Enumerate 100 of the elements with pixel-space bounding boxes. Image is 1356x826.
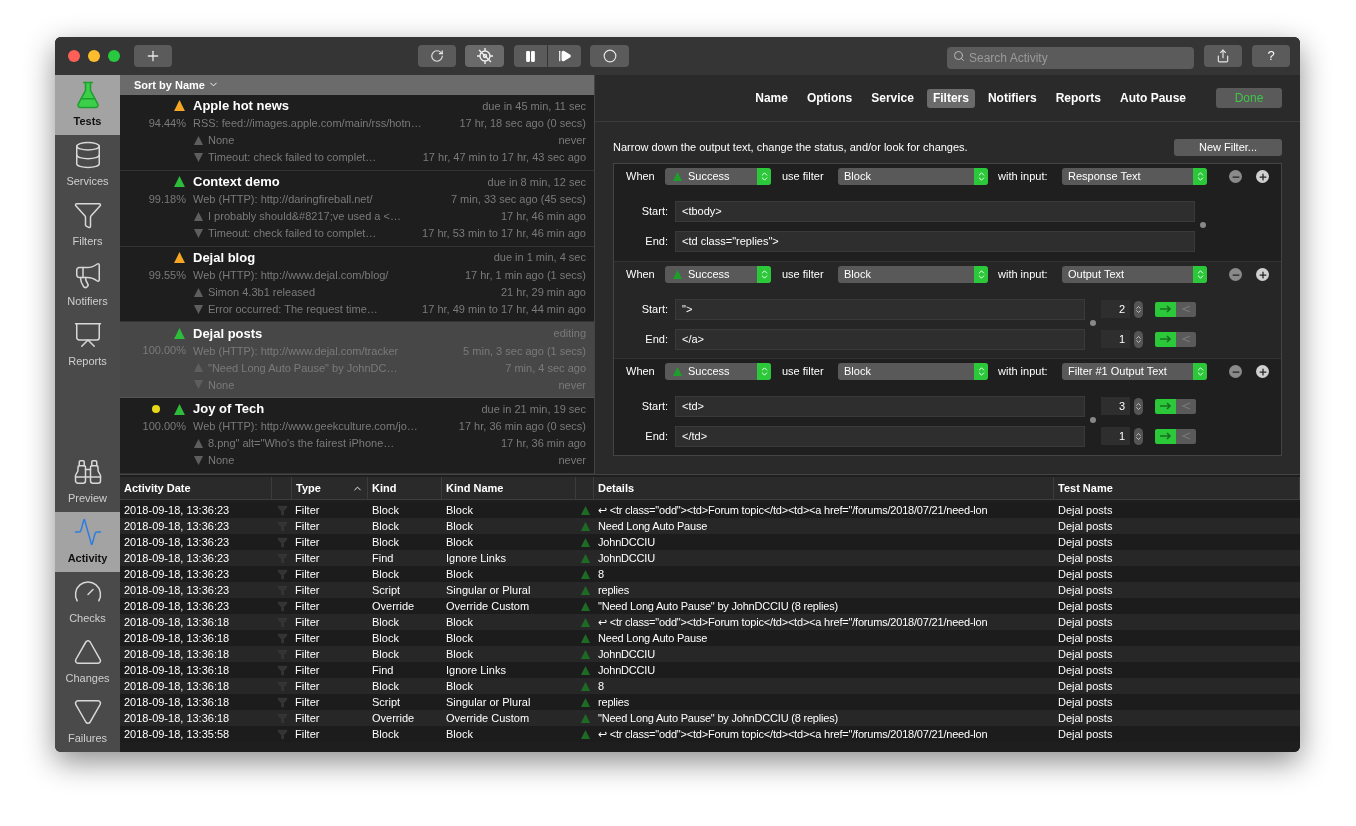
new-filter-button[interactable]: New Filter... bbox=[1174, 139, 1282, 156]
minimize-button[interactable] bbox=[88, 50, 100, 62]
details-cell-text: ↩ <tr class="odd"><td>Forum topic</td><td><a href="/forums/2018/07/21/need-lon bbox=[597, 615, 989, 630]
count-field[interactable]: 1 bbox=[1101, 330, 1130, 348]
refresh-button[interactable] bbox=[418, 45, 456, 67]
remove-filter-button[interactable] bbox=[1229, 170, 1242, 183]
details-cell-text: ↩ <tr class="odd"><td>Forum topic</td><td><a href="/forums/2018/07/21/need-lon bbox=[597, 503, 989, 518]
status-select[interactable]: Success bbox=[665, 363, 771, 380]
editor-tab[interactable]: Notifiers bbox=[981, 88, 1043, 108]
sidebar-item[interactable]: Tests bbox=[55, 75, 120, 135]
filter-select[interactable]: Block bbox=[838, 363, 988, 380]
kind-name-cell-text: Singular or Plural bbox=[445, 583, 532, 598]
share-button[interactable] bbox=[1204, 45, 1242, 67]
count-field[interactable]: 3 bbox=[1101, 397, 1130, 415]
filter-select[interactable]: Block bbox=[838, 266, 988, 283]
type-cell-text: Filter bbox=[294, 519, 321, 534]
text-field[interactable]: <td> bbox=[675, 395, 1085, 417]
up-triangle-icon bbox=[193, 286, 204, 298]
date-cell-text: 2018-09-18, 13:36:23 bbox=[123, 599, 231, 614]
stepper[interactable] bbox=[1134, 300, 1143, 318]
up-down-chevron-icon bbox=[1134, 401, 1143, 411]
search-field[interactable]: Search Activity bbox=[947, 47, 1194, 69]
share-icon bbox=[1216, 49, 1230, 63]
text-field[interactable]: </td> bbox=[675, 425, 1085, 447]
text-field[interactable]: "> bbox=[675, 298, 1085, 320]
sidebar-item[interactable]: Checks bbox=[55, 572, 120, 632]
checked-time: 17 hr, 36 min ago (0 secs) bbox=[458, 419, 586, 435]
with-input-label: with input: bbox=[998, 267, 1049, 283]
remove-filter-button[interactable] bbox=[1229, 365, 1242, 378]
direction-toggle[interactable] bbox=[1155, 331, 1196, 347]
column-header[interactable]: Kind bbox=[368, 477, 442, 499]
success-triangle-icon bbox=[579, 680, 591, 692]
date-cell-text: 2018-09-18, 13:36:18 bbox=[123, 711, 231, 726]
direction-toggle[interactable] bbox=[1155, 428, 1196, 444]
due-time: due in 45 min, 11 sec bbox=[482, 98, 586, 114]
record-button[interactable] bbox=[590, 45, 629, 67]
input-select[interactable]: Response Text bbox=[1062, 168, 1207, 185]
column-header[interactable]: Test Name bbox=[1054, 477, 1300, 499]
sort-bar[interactable]: Sort by Name bbox=[120, 75, 594, 95]
date-cell-text: 2018-09-18, 13:36:23 bbox=[123, 551, 231, 566]
add-filter-button[interactable] bbox=[1256, 268, 1269, 281]
sidebar-item[interactable]: Reports bbox=[55, 315, 120, 375]
help-button[interactable]: ? bbox=[1252, 45, 1290, 67]
editor-tab[interactable]: Name bbox=[749, 88, 794, 108]
column-header[interactable]: Kind Name bbox=[442, 477, 576, 499]
uptime-percent: 94.44% bbox=[148, 115, 186, 131]
status-select[interactable]: Success bbox=[665, 168, 771, 185]
stepper[interactable] bbox=[1134, 427, 1143, 445]
remove-filter-button[interactable] bbox=[1229, 268, 1242, 281]
failure-time: 17 hr, 47 min to 17 hr, 43 sec ago bbox=[422, 150, 586, 166]
kind-cell-text: Block bbox=[371, 535, 400, 550]
step-button[interactable] bbox=[548, 45, 581, 67]
sidebar-item[interactable]: Notifiers bbox=[55, 255, 120, 315]
add-filter-button[interactable] bbox=[1256, 170, 1269, 183]
sidebar-item[interactable]: Services bbox=[55, 135, 120, 195]
sidebar-label: Changes bbox=[65, 671, 110, 687]
add-filter-button[interactable] bbox=[1256, 365, 1269, 378]
status-select[interactable]: Success bbox=[665, 266, 771, 283]
success-triangle-icon bbox=[579, 584, 591, 596]
sidebar-label: Reports bbox=[68, 354, 107, 370]
direction-toggle[interactable] bbox=[1155, 398, 1196, 414]
use-filter-label: use filter bbox=[782, 364, 825, 380]
input-select[interactable]: Filter #1 Output Text bbox=[1062, 363, 1207, 380]
column-header[interactable]: Details bbox=[594, 477, 1054, 499]
editor-tab[interactable]: Service bbox=[865, 88, 920, 108]
sidebar-item[interactable]: Changes bbox=[55, 632, 120, 692]
details-cell-text: JohnDCCIU bbox=[597, 647, 656, 662]
down-triangle-icon bbox=[193, 151, 204, 163]
text-field[interactable]: <tbody> bbox=[675, 200, 1195, 222]
direction-toggle[interactable] bbox=[1155, 301, 1196, 317]
count-field[interactable]: 1 bbox=[1101, 427, 1130, 445]
success-triangle-icon bbox=[579, 616, 591, 628]
text-field[interactable]: </a> bbox=[675, 328, 1085, 350]
column-header[interactable]: Activity Date bbox=[120, 477, 272, 499]
close-button[interactable] bbox=[68, 50, 80, 62]
kind-cell-text: Block bbox=[371, 567, 400, 582]
uptime-percent: 99.18% bbox=[148, 191, 186, 207]
zoom-button[interactable] bbox=[108, 50, 120, 62]
column-header[interactable]: Type bbox=[292, 477, 368, 499]
stepper[interactable] bbox=[1134, 397, 1143, 415]
checked-time: 17 hr, 1 min ago (1 secs) bbox=[464, 267, 586, 283]
editor-tab[interactable]: Auto Pause bbox=[1114, 88, 1192, 108]
editor-tab[interactable]: Filters bbox=[926, 88, 975, 108]
up-down-chevron-icon bbox=[1134, 304, 1143, 314]
editor-tab[interactable]: Options bbox=[800, 88, 859, 108]
filter-select[interactable]: Block bbox=[838, 168, 988, 185]
count-field[interactable]: 2 bbox=[1101, 300, 1130, 318]
with-input-label: with input: bbox=[998, 169, 1049, 185]
due-time: due in 1 min, 4 sec bbox=[493, 250, 586, 266]
stepper[interactable] bbox=[1134, 330, 1143, 348]
sidebar-item[interactable]: Preview bbox=[55, 452, 120, 512]
text-field[interactable]: <td class="replies"> bbox=[675, 230, 1195, 252]
input-select[interactable]: Output Text bbox=[1062, 266, 1207, 283]
sidebar-item[interactable]: Filters bbox=[55, 195, 120, 255]
editor-tab[interactable]: Reports bbox=[1049, 88, 1107, 108]
sidebar-item[interactable]: Activity bbox=[55, 512, 120, 572]
pause-button[interactable] bbox=[514, 45, 547, 67]
crossed-eye-button[interactable] bbox=[465, 45, 504, 67]
add-button[interactable] bbox=[134, 45, 172, 67]
sidebar-item[interactable]: Failures bbox=[55, 692, 120, 752]
